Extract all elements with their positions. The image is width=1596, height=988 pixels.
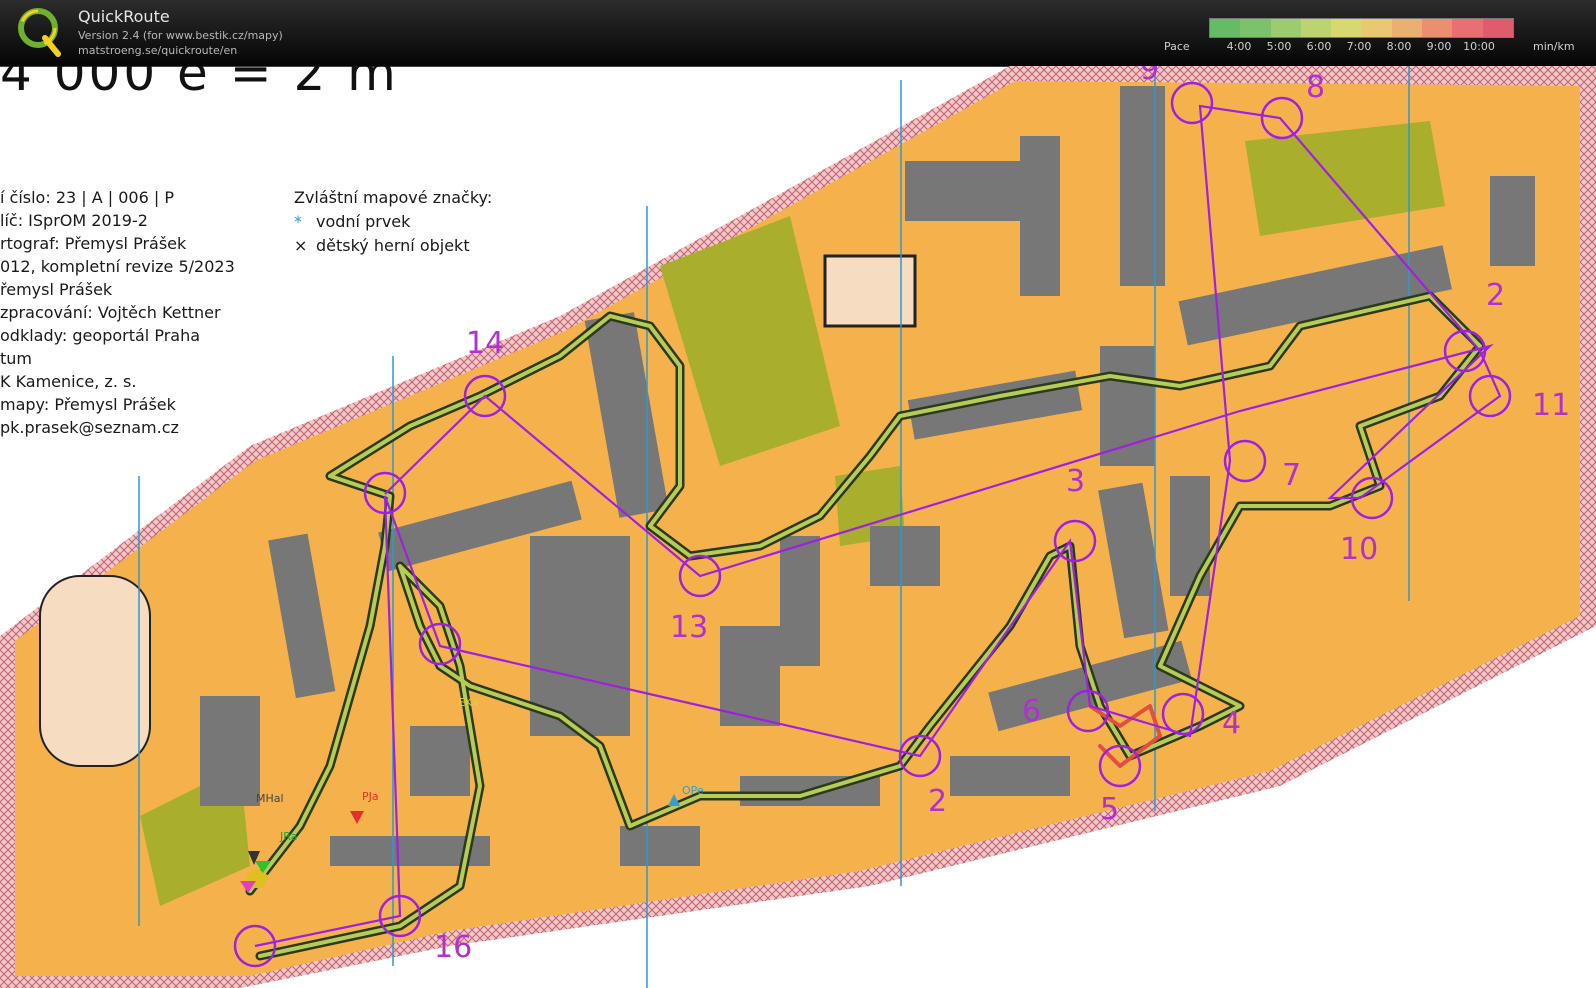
pace-tick: 8:00 bbox=[1386, 40, 1412, 53]
special-item-label: vodní prvek bbox=[316, 212, 411, 231]
legend-line: líč: ISprOM 2019-2 bbox=[0, 211, 148, 230]
legend-line: pk.prasek@seznam.cz bbox=[0, 418, 179, 437]
legend-line: tum bbox=[0, 349, 32, 368]
control-number: 5 bbox=[1100, 792, 1120, 827]
control-number: 6 bbox=[1022, 694, 1042, 729]
map-info-legend: í číslo: 23 | A | 006 | P líč: ISprOM 20… bbox=[0, 186, 235, 439]
runner-label: PJa bbox=[362, 790, 379, 803]
map-scale-text: 4 000 e = 2 m bbox=[0, 66, 399, 102]
special-item: * vodní prvek bbox=[294, 210, 492, 234]
control-number: 11 bbox=[1532, 388, 1571, 423]
legend-line: í číslo: 23 | A | 006 | P bbox=[0, 188, 174, 207]
special-item: × dětský herní objekt bbox=[294, 234, 492, 258]
legend-line: 012, kompletní revize 5/2023 bbox=[0, 257, 235, 276]
app-url[interactable]: matstroeng.se/quickroute/en bbox=[78, 44, 237, 57]
legend-line: rtograf: Přemysl Prášek bbox=[0, 234, 187, 253]
control-number: 8 bbox=[1306, 70, 1326, 105]
app-version: Version 2.4 (for www.bestik.cz/mapy) bbox=[78, 29, 283, 42]
special-symbols-legend: Zvláštní mapové značky: * vodní prvek × dě… bbox=[294, 186, 492, 258]
control-number: 7 bbox=[1282, 458, 1302, 493]
legend-line: K Kamenice, z. s. bbox=[0, 372, 137, 391]
sports-field bbox=[39, 575, 151, 767]
pace-color-segment bbox=[1210, 19, 1241, 37]
playground-symbol-icon: × bbox=[294, 236, 308, 255]
water-symbol-icon: * bbox=[294, 212, 302, 231]
pace-tick: 5:00 bbox=[1266, 40, 1292, 53]
pace-color-segment bbox=[1452, 19, 1483, 37]
legend-line: řemysl Prášek bbox=[0, 280, 113, 299]
pace-tick: 6:00 bbox=[1306, 40, 1332, 53]
runner-label: OPe bbox=[682, 784, 704, 797]
control-number: 2 bbox=[928, 784, 948, 819]
control-number: 9 bbox=[1140, 66, 1160, 87]
control-number: 2 bbox=[1486, 278, 1506, 313]
pace-tick: 10:00 bbox=[1463, 40, 1495, 53]
runner-label: MHal bbox=[256, 792, 284, 805]
quickroute-logo-icon bbox=[18, 8, 61, 57]
control-number: 16 bbox=[434, 930, 473, 965]
control-number: 13 bbox=[670, 610, 709, 645]
legend-line: odklady: geoportál Praha bbox=[0, 326, 201, 345]
pace-tick: 7:00 bbox=[1346, 40, 1372, 53]
pace-tick: 4:00 bbox=[1226, 40, 1252, 53]
runner-label: EKa bbox=[458, 696, 479, 709]
special-item-label: dětský herní objekt bbox=[316, 236, 470, 255]
pace-color-segment bbox=[1482, 19, 1513, 37]
pace-color-segment bbox=[1391, 19, 1423, 37]
pace-color-scale bbox=[1209, 18, 1514, 38]
pace-label: Pace bbox=[1164, 40, 1190, 53]
legend-line: zpracování: Vojtěch Kettner bbox=[0, 303, 221, 322]
runner-label: JRa bbox=[280, 830, 298, 843]
orienteering-map[interactable]: 4 000 e = 2 m í číslo: 23 | A | 006 | P … bbox=[0, 66, 1596, 988]
pace-tick: 9:00 bbox=[1426, 40, 1452, 53]
map-canvas[interactable] bbox=[0, 66, 1596, 988]
control-number: 14 bbox=[466, 326, 505, 361]
app-header: QuickRoute Version 2.4 (for www.bestik.c… bbox=[0, 0, 1596, 67]
control-number: 3 bbox=[1066, 464, 1086, 499]
pace-color-segment bbox=[1422, 19, 1453, 37]
pace-color-segment bbox=[1240, 19, 1271, 37]
pace-unit: min/km bbox=[1533, 40, 1575, 53]
special-symbols-title: Zvláštní mapové značky: bbox=[294, 188, 493, 207]
pace-color-segment bbox=[1300, 19, 1332, 37]
pace-color-segment bbox=[1270, 19, 1301, 37]
control-number: 4 bbox=[1222, 706, 1242, 741]
legend-line: mapy: Přemysl Prášek bbox=[0, 395, 176, 414]
app-title: QuickRoute bbox=[78, 7, 170, 26]
control-number: 10 bbox=[1340, 532, 1379, 567]
pace-color-segment bbox=[1331, 19, 1362, 37]
pace-color-segment bbox=[1361, 19, 1392, 37]
